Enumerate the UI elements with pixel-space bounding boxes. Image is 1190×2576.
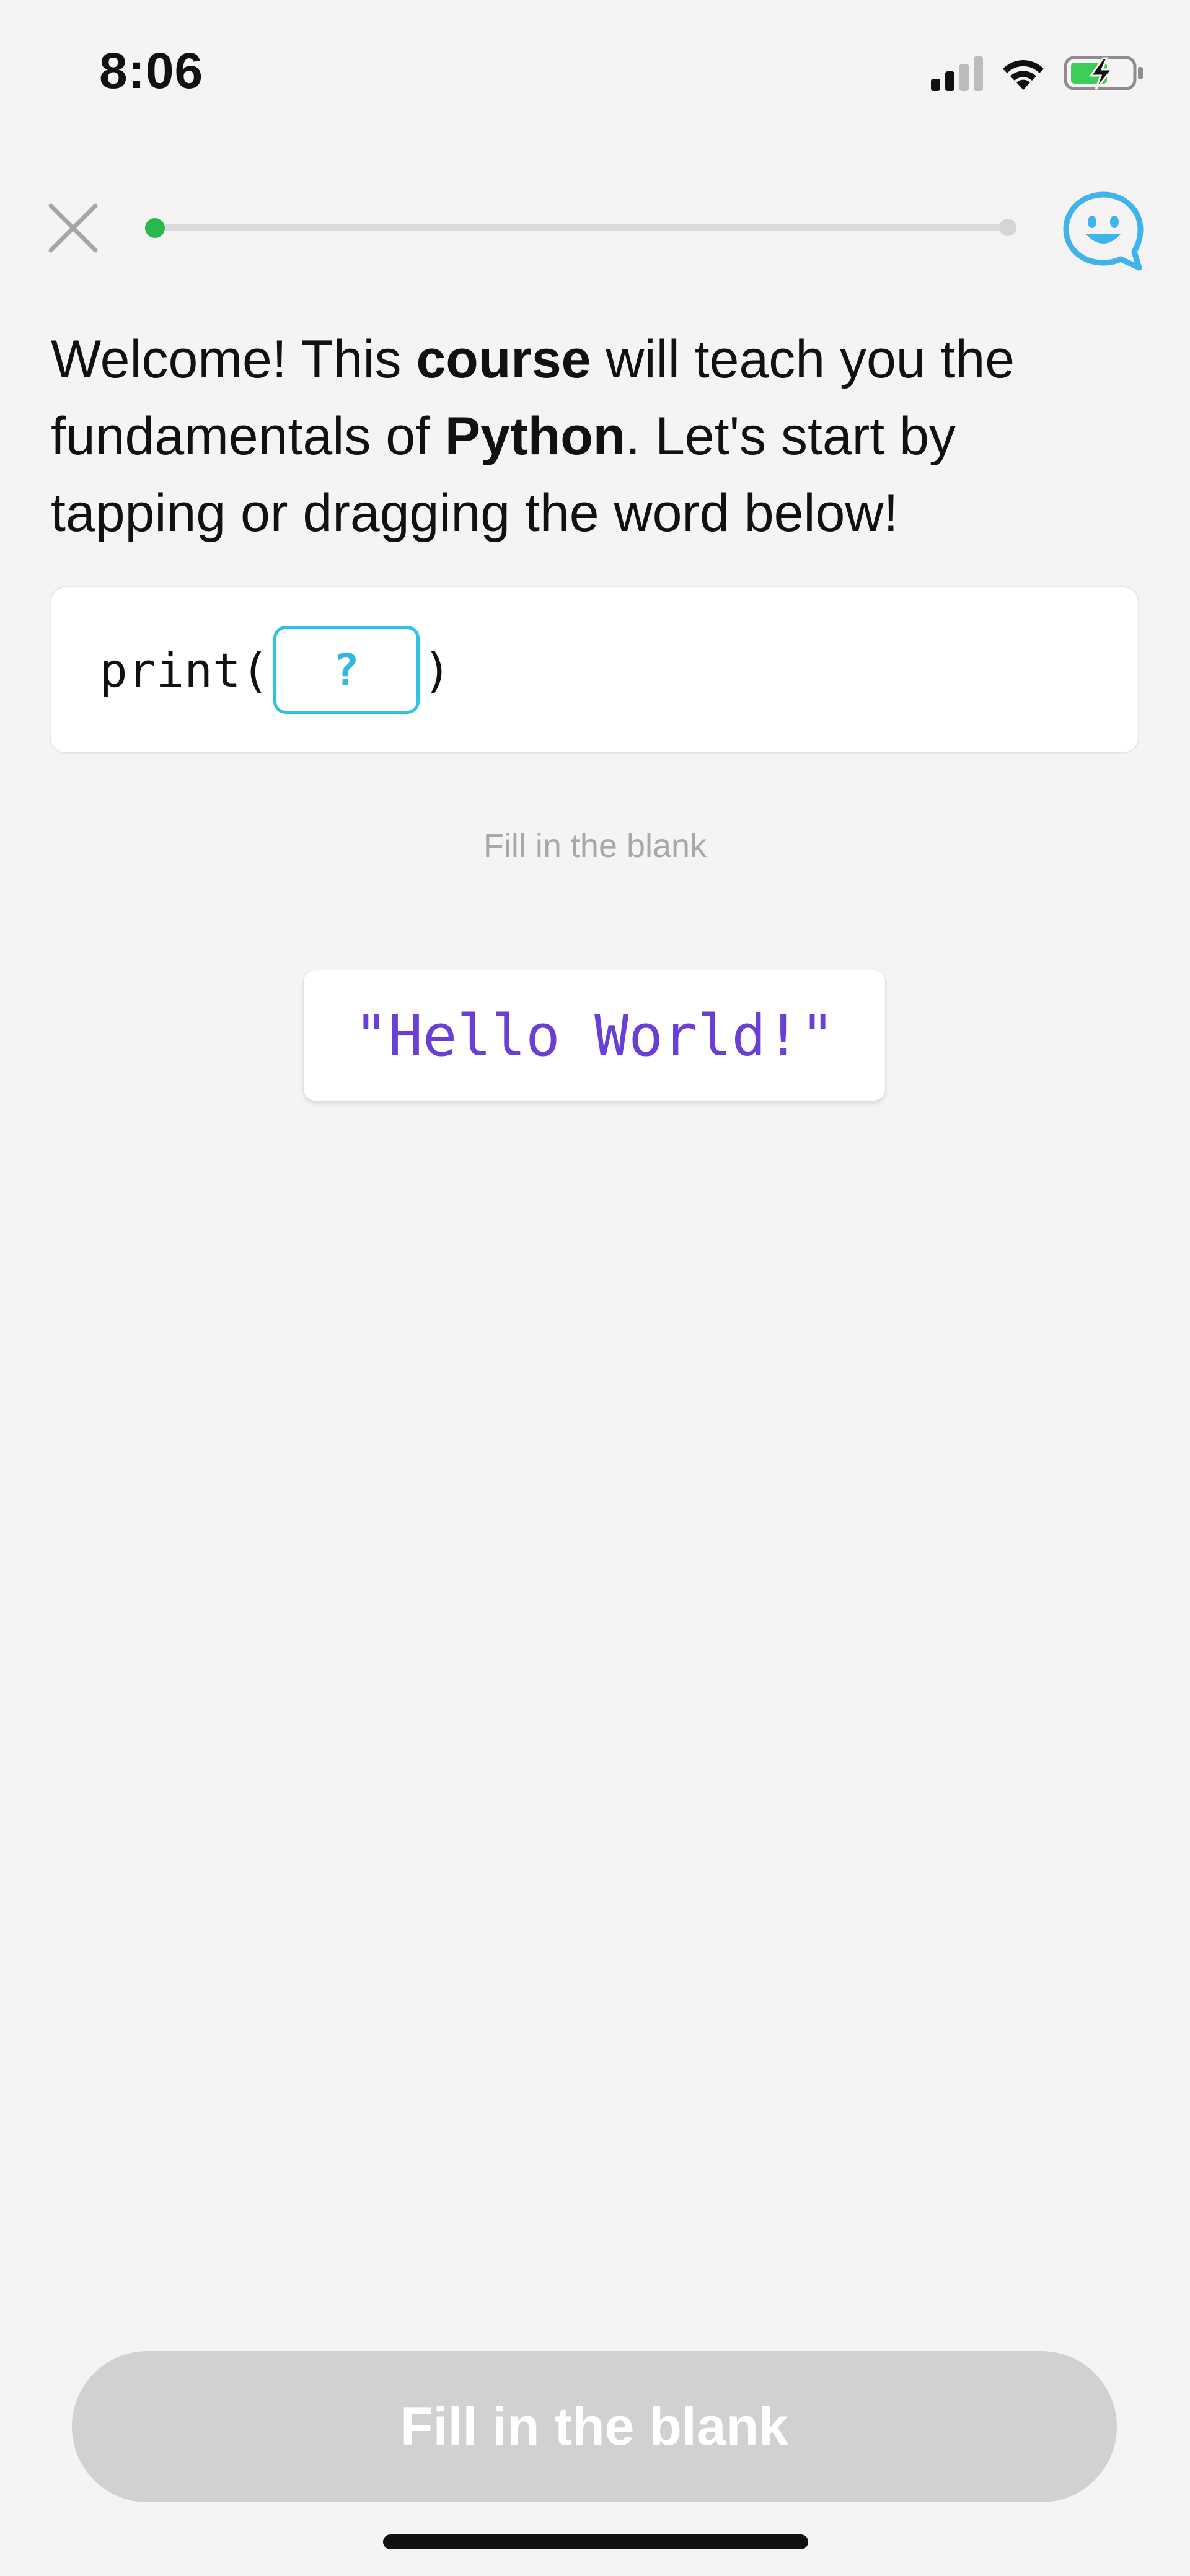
progress-end-dot xyxy=(999,219,1016,236)
home-indicator xyxy=(383,2534,808,2549)
code-prefix: print( xyxy=(99,642,270,698)
code-card: print( ? ) xyxy=(50,586,1139,754)
fill-in-the-blank-button[interactable]: Fill in the blank xyxy=(72,2351,1117,2502)
status-time: 8:06 xyxy=(99,43,204,99)
code-line: print( ? ) xyxy=(99,625,451,715)
instruction-text: Welcome! This xyxy=(51,330,416,389)
hint-text: Fill in the blank xyxy=(483,827,707,864)
blank-slot[interactable]: ? xyxy=(273,626,420,714)
lesson-progress-bar xyxy=(155,224,1010,231)
chat-smiley-icon xyxy=(1063,191,1144,271)
wifi-icon xyxy=(1003,60,1044,90)
progress-start-dot xyxy=(145,218,165,238)
status-icons xyxy=(931,53,1145,93)
battery-charging-icon xyxy=(1064,56,1143,90)
lesson-instructions: Welcome! This course will teach you the … xyxy=(51,321,1142,552)
cellular-signal-icon xyxy=(931,55,983,91)
close-icon xyxy=(48,203,98,253)
answer-option-chip[interactable]: "Hello World!" xyxy=(304,970,885,1101)
instruction-bold-python: Python xyxy=(444,407,626,466)
status-bar: 8:06 xyxy=(0,0,1190,143)
close-button[interactable] xyxy=(45,200,102,257)
support-button[interactable] xyxy=(1061,190,1145,274)
code-suffix: ) xyxy=(423,642,452,698)
instruction-bold-course: course xyxy=(416,330,591,389)
blank-placeholder: ? xyxy=(333,644,359,695)
